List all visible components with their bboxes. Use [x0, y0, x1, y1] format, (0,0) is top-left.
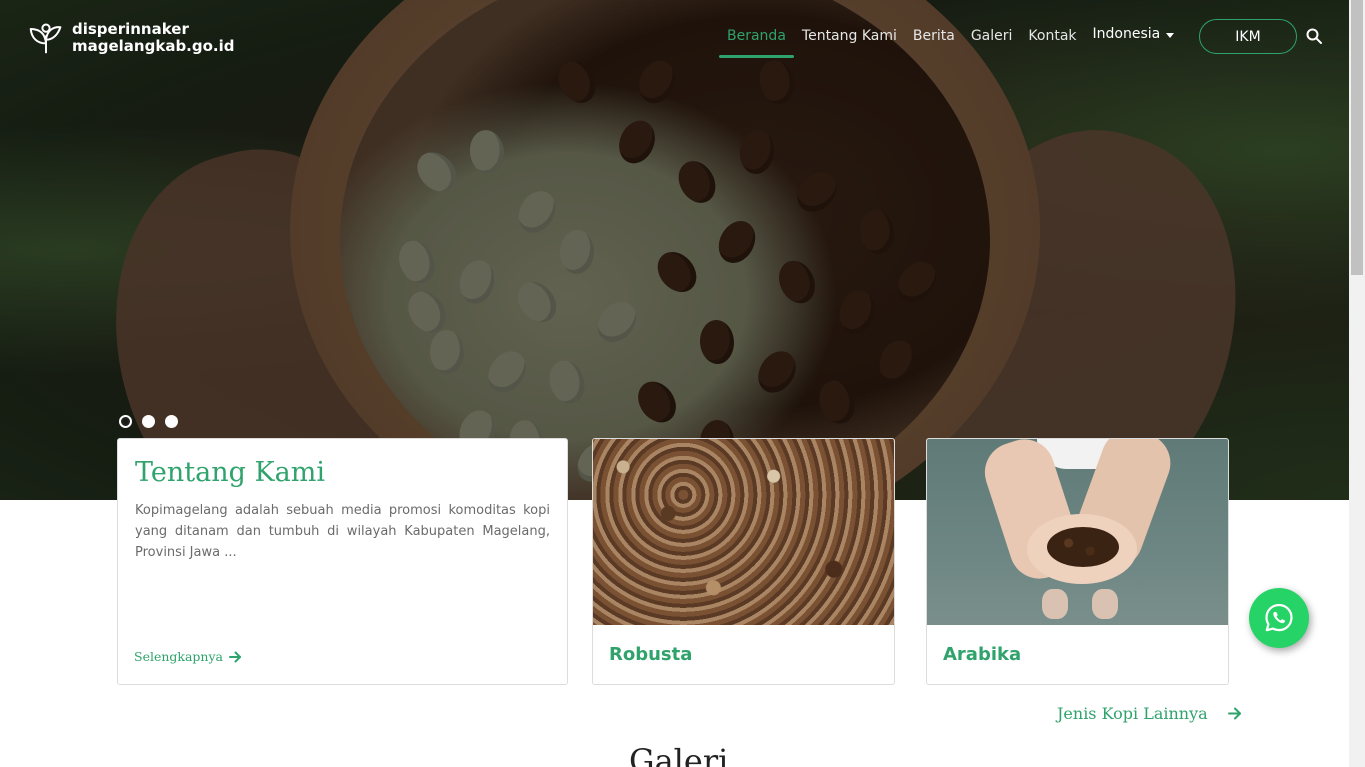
- read-more-label: Selengkapnya: [134, 649, 224, 664]
- carousel-dot-2[interactable]: [142, 415, 155, 428]
- scrollbar-thumb[interactable]: [1351, 0, 1363, 275]
- language-label: Indonesia: [1092, 26, 1161, 42]
- brand-line-2: magelangkab.go.id: [72, 37, 235, 55]
- leaf-logo-icon: [29, 23, 62, 54]
- carousel-indicators: [119, 415, 178, 428]
- arrow-right-icon: [1227, 707, 1241, 720]
- nav-menu: Beranda Tentang Kami Berita Galeri Konta…: [719, 26, 1182, 58]
- whatsapp-button[interactable]: [1249, 588, 1309, 648]
- more-coffee-types-label: Jenis Kopi Lainnya: [1057, 704, 1208, 723]
- nav-kontak[interactable]: Kontak: [1020, 26, 1084, 58]
- chevron-down-icon: [1166, 33, 1175, 38]
- nav-galeri[interactable]: Galeri: [963, 26, 1021, 58]
- nav-berita[interactable]: Berita: [905, 26, 963, 58]
- whatsapp-icon: [1265, 603, 1293, 632]
- coffee-card-robusta[interactable]: Robusta: [592, 438, 895, 685]
- language-dropdown[interactable]: Indonesia: [1085, 26, 1183, 58]
- carousel-dot-3[interactable]: [165, 415, 178, 428]
- about-card: Tentang Kami Kopimagelang adalah sebuah …: [117, 438, 568, 685]
- coffee-name-arabika: Arabika: [943, 644, 1022, 665]
- nav-tentang-kami[interactable]: Tentang Kami: [794, 26, 905, 58]
- gallery-section-title: Galeri: [629, 742, 729, 767]
- arabika-image-foot-left: [1042, 589, 1068, 619]
- coffee-name-robusta: Robusta: [609, 644, 693, 665]
- navbar: disperinnaker magelangkab.go.id Beranda …: [0, 0, 1349, 74]
- carousel-dot-1[interactable]: [119, 415, 132, 428]
- ikm-button[interactable]: IKM: [1199, 19, 1297, 54]
- brand-line-1: disperinnaker: [72, 20, 189, 38]
- arabika-image-foot-right: [1092, 589, 1118, 619]
- nav-beranda[interactable]: Beranda: [719, 26, 794, 58]
- search-icon[interactable]: [1306, 28, 1322, 44]
- hero-overlay: [0, 0, 1349, 500]
- about-title: Tentang Kami: [135, 457, 325, 488]
- brand-text: disperinnaker magelangkab.go.id: [72, 21, 235, 55]
- brand-logo-link[interactable]: disperinnaker magelangkab.go.id: [28, 20, 235, 56]
- robusta-image: [593, 439, 894, 625]
- read-more-link[interactable]: Selengkapnya: [134, 649, 242, 664]
- arabika-image: [927, 439, 1228, 625]
- hero-banner: [0, 0, 1349, 500]
- arabika-image-beans: [1047, 527, 1119, 567]
- more-coffee-types-link[interactable]: Jenis Kopi Lainnya: [1057, 704, 1242, 723]
- arrow-right-icon: [229, 651, 242, 662]
- coffee-card-arabika[interactable]: Arabika: [926, 438, 1229, 685]
- about-text: Kopimagelang adalah sebuah media promosi…: [135, 503, 550, 560]
